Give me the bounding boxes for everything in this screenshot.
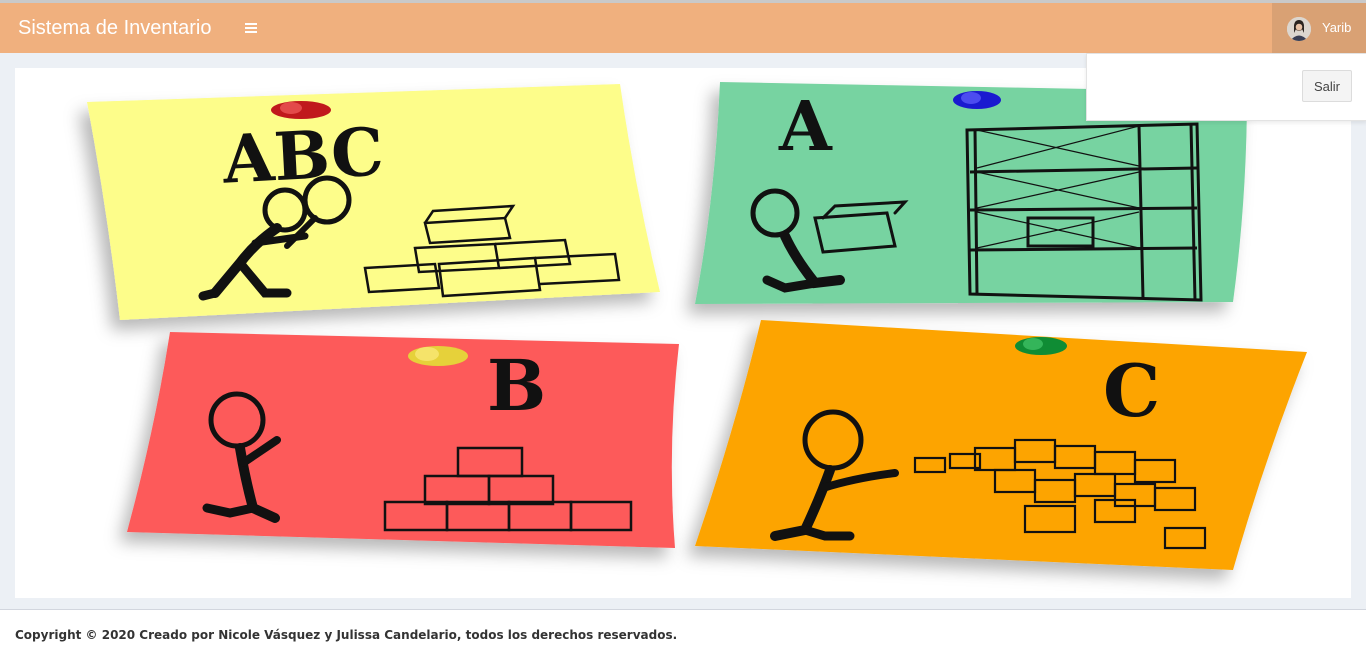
- note-b: B: [127, 332, 679, 548]
- footer-copyright: Copyright © 2020 Creado por Nicole Vásqu…: [15, 628, 678, 642]
- yellow-pin-icon: [408, 346, 468, 366]
- blue-pin-icon: [953, 91, 1001, 109]
- hamburger-icon[interactable]: [240, 17, 262, 39]
- user-menu-toggle[interactable]: Yarib: [1272, 3, 1366, 53]
- user-dropdown: Salir: [1086, 53, 1366, 121]
- note-c-letter: C: [1103, 348, 1160, 433]
- note-c: C: [695, 320, 1307, 570]
- user-name: Yarib: [1322, 20, 1352, 35]
- main-content-box: A B C A B C: [15, 68, 1351, 598]
- footer: Copyright © 2020 Creado por Nicole Vásqu…: [0, 609, 1366, 650]
- note-b-letter: B: [487, 344, 546, 427]
- note-a-letter: A: [778, 87, 833, 167]
- note-abc-letters: ABC: [220, 112, 386, 198]
- inventory-illustration: A B C A B C: [87, 82, 1307, 570]
- user-avatar: [1287, 17, 1311, 41]
- top-navbar: Sistema de Inventario Yarib: [0, 3, 1366, 53]
- note-abc: ABC: [87, 84, 660, 320]
- logout-button[interactable]: Salir: [1302, 70, 1352, 102]
- app-brand[interactable]: Sistema de Inventario: [18, 3, 211, 53]
- green-pin-icon: [1015, 337, 1067, 355]
